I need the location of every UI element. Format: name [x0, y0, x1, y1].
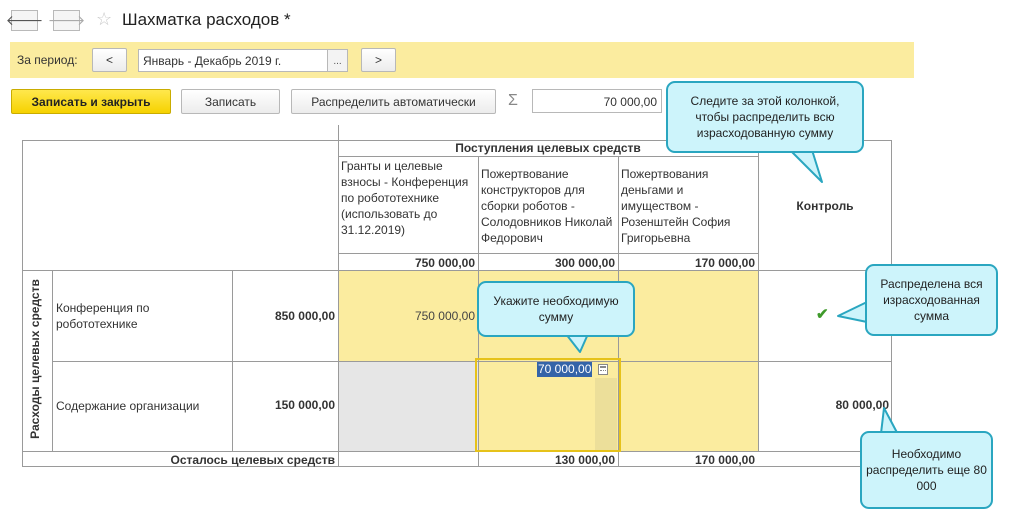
callout-enter-amount: Укажите необходимую сумму: [477, 281, 635, 337]
callout-watch-column: Следите за этой колонкой, чтобы распреде…: [666, 81, 864, 153]
callout-distributed: Распределена вся израсходованная сумма: [865, 264, 998, 336]
callout-need-distribute: Необходимо распределить еще 80 000: [860, 431, 993, 509]
